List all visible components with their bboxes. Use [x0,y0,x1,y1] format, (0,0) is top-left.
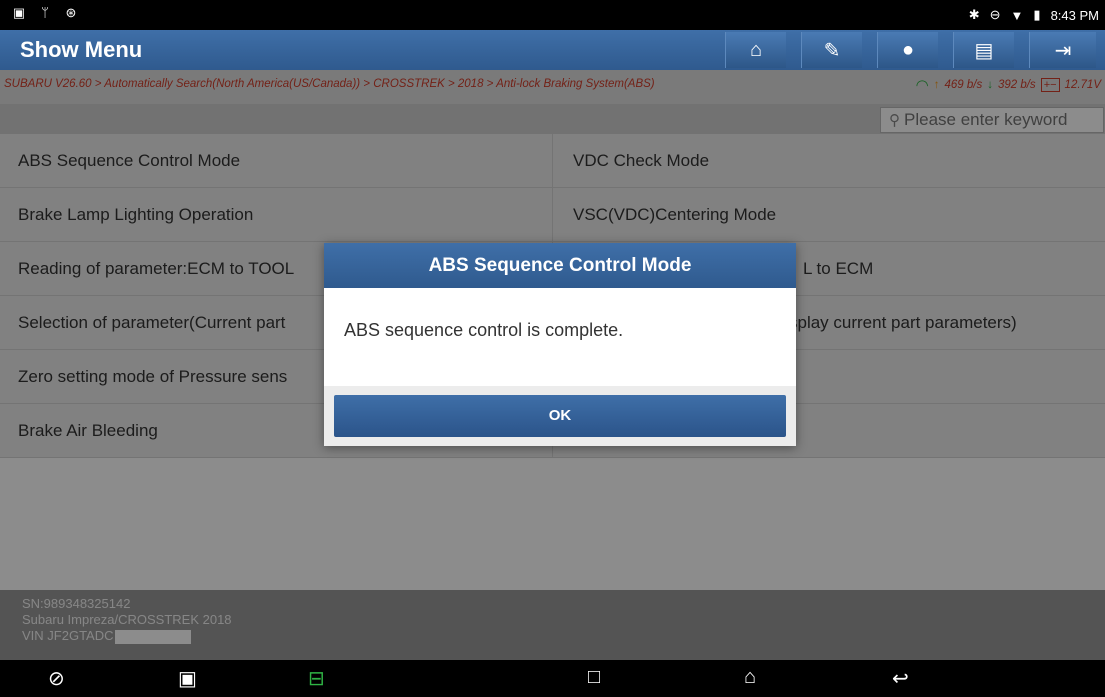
print-icon: ▤ [974,39,994,62]
exit-icon: ⇥ [1054,39,1072,62]
home-button[interactable]: ⌂ [725,32,786,68]
gallery-icon[interactable]: ▣ [178,666,197,691]
browser-icon[interactable]: ⊘ [48,666,65,691]
dialog-message: ABS sequence control is complete. [344,320,624,340]
message-dialog: ABS Sequence Control Mode ABS sequence c… [324,243,796,446]
edit-button[interactable]: ✎ [801,32,862,68]
wifi-icon: ▼ [1010,7,1024,23]
edit-icon: ✎ [823,39,841,62]
bluetooth-icon: ✱ [968,7,980,22]
bluetooth-badge-icon: ⊛ [65,5,77,20]
battery-icon: ▮ [1033,7,1041,22]
status-bar: ▣ ᛘ ⊛ ✱ ⊖ ▼ ▮ 8:43 PM [0,0,1105,30]
chat-icon: ● [901,38,915,61]
vci-icon[interactable]: ⊟ [308,666,325,691]
clock: 8:43 PM [1050,7,1099,23]
gallery-icon: ▣ [12,5,26,20]
do-not-disturb-icon: ⊖ [989,7,1001,22]
stethoscope-icon: ᛘ [41,5,49,20]
print-button[interactable]: ▤ [953,32,1014,68]
ok-button[interactable]: OK [334,395,786,437]
page-title: Show Menu [20,37,143,62]
home-icon: ⌂ [749,38,763,61]
navigation-bar: ⊘ ▣ ⊟ □ ⌂ ↩ [0,660,1105,697]
dialog-footer: OK [324,386,796,446]
recents-icon[interactable]: □ [588,666,600,689]
home-icon[interactable]: ⌂ [744,666,756,689]
back-icon[interactable]: ↩ [892,666,909,691]
chat-button[interactable]: ● [877,32,938,68]
exit-button[interactable]: ⇥ [1029,32,1096,68]
app-header: Show Menu ⌂ ✎ ● ▤ ⇥ [0,30,1105,70]
dialog-title: ABS Sequence Control Mode [324,243,796,288]
